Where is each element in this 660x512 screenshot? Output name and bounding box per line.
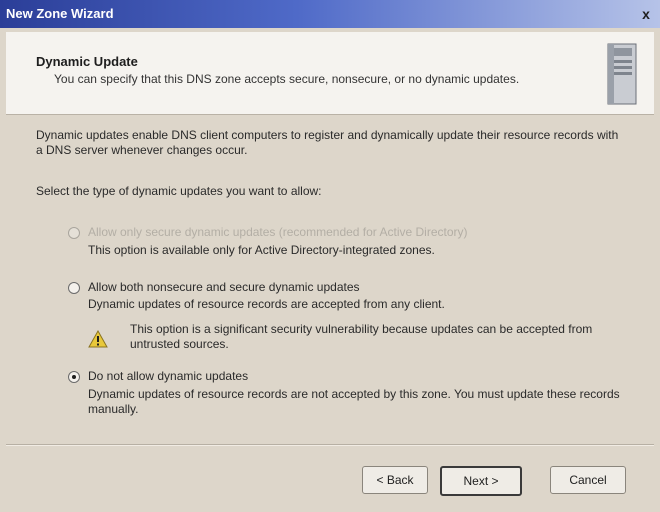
option-secure-only-label: Allow only secure dynamic updates (recom… (88, 225, 468, 239)
wizard-window: New Zone Wizard x Dynamic Update You can… (0, 0, 660, 512)
option-nonsecure-and-secure-label[interactable]: Allow both nonsecure and secure dynamic … (88, 280, 360, 295)
radio-secure-only (68, 227, 80, 239)
option-secure-only-description: This option is available only for Active… (88, 243, 435, 257)
next-button[interactable]: Next > (440, 466, 522, 496)
wizard-header: Dynamic Update You can specify that this… (6, 32, 654, 115)
radio-no-dynamic-updates[interactable] (68, 371, 80, 383)
title-bar[interactable]: New Zone Wizard x (0, 0, 660, 28)
server-icon (607, 43, 637, 105)
option-no-dynamic-updates-description: Dynamic updates of resource records are … (88, 387, 620, 416)
radio-selected-dot (72, 375, 76, 379)
cancel-button[interactable]: Cancel (550, 466, 626, 494)
page-title: Dynamic Update (36, 54, 138, 69)
back-button[interactable]: < Back (362, 466, 428, 494)
radio-nonsecure-and-secure[interactable] (68, 282, 80, 294)
option-no-dynamic-updates-label[interactable]: Do not allow dynamic updates (88, 369, 248, 384)
page-subtitle: You can specify that this DNS zone accep… (54, 72, 520, 86)
window-title: New Zone Wizard (6, 6, 114, 21)
warning-icon (88, 330, 108, 348)
warning-text: This option is a significant security vu… (130, 322, 593, 351)
close-button[interactable]: x (638, 6, 654, 22)
prompt-text: Select the type of dynamic updates you w… (36, 184, 322, 198)
intro-text: Dynamic updates enable DNS client comput… (36, 128, 619, 157)
footer-divider (6, 444, 654, 446)
option-nonsecure-and-secure-description: Dynamic updates of resource records are … (88, 297, 445, 311)
